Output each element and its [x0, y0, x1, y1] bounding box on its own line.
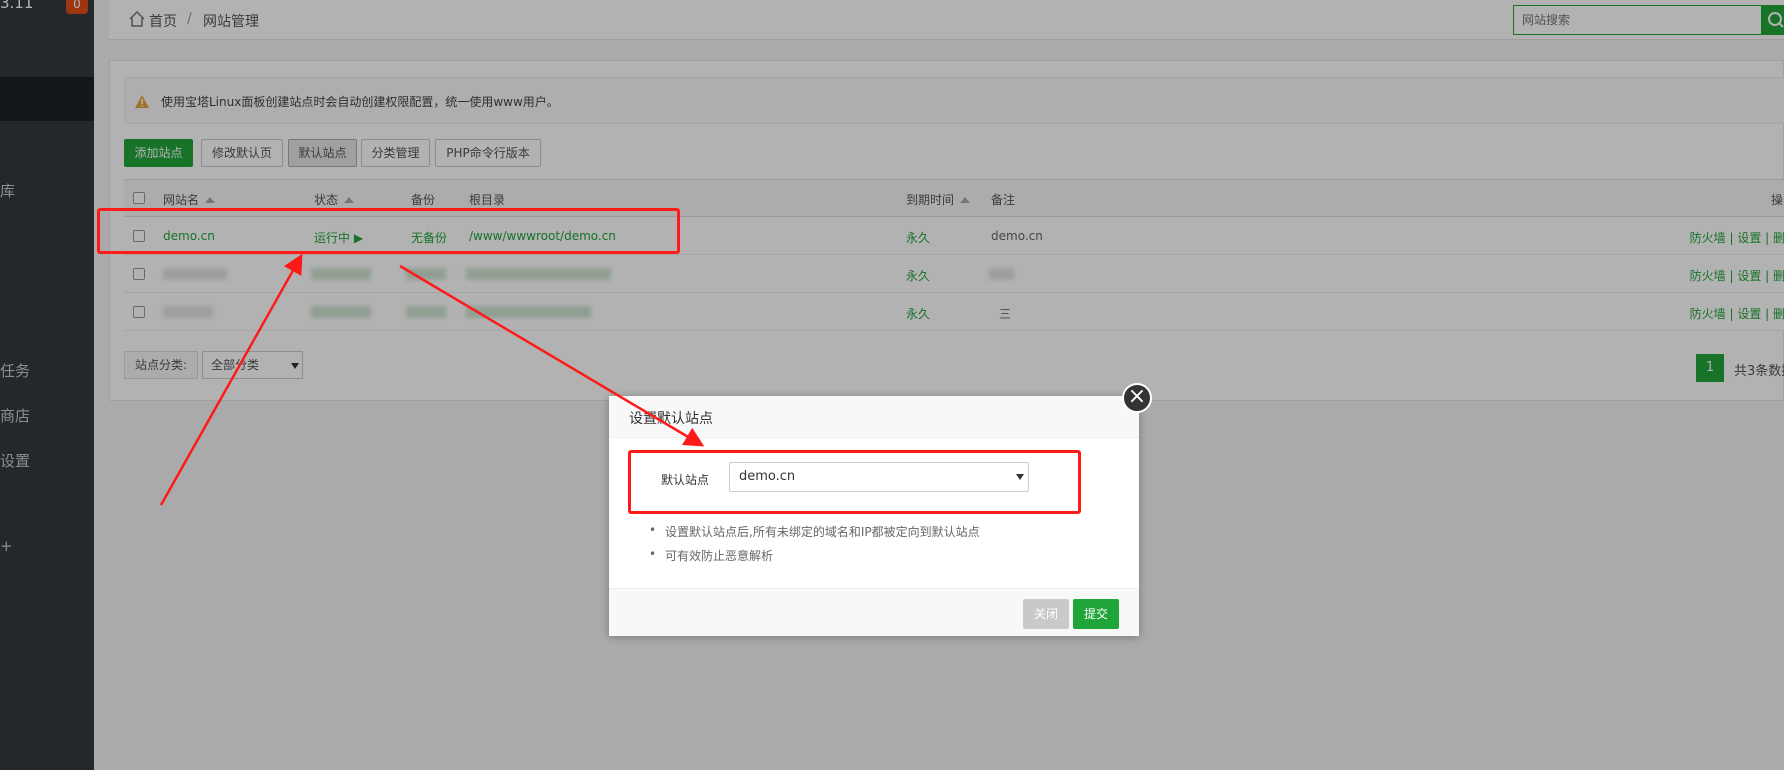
arrow-to-select — [399, 264, 705, 447]
arrow-to-row — [159, 253, 303, 506]
annotation-arrows — [159, 253, 705, 506]
